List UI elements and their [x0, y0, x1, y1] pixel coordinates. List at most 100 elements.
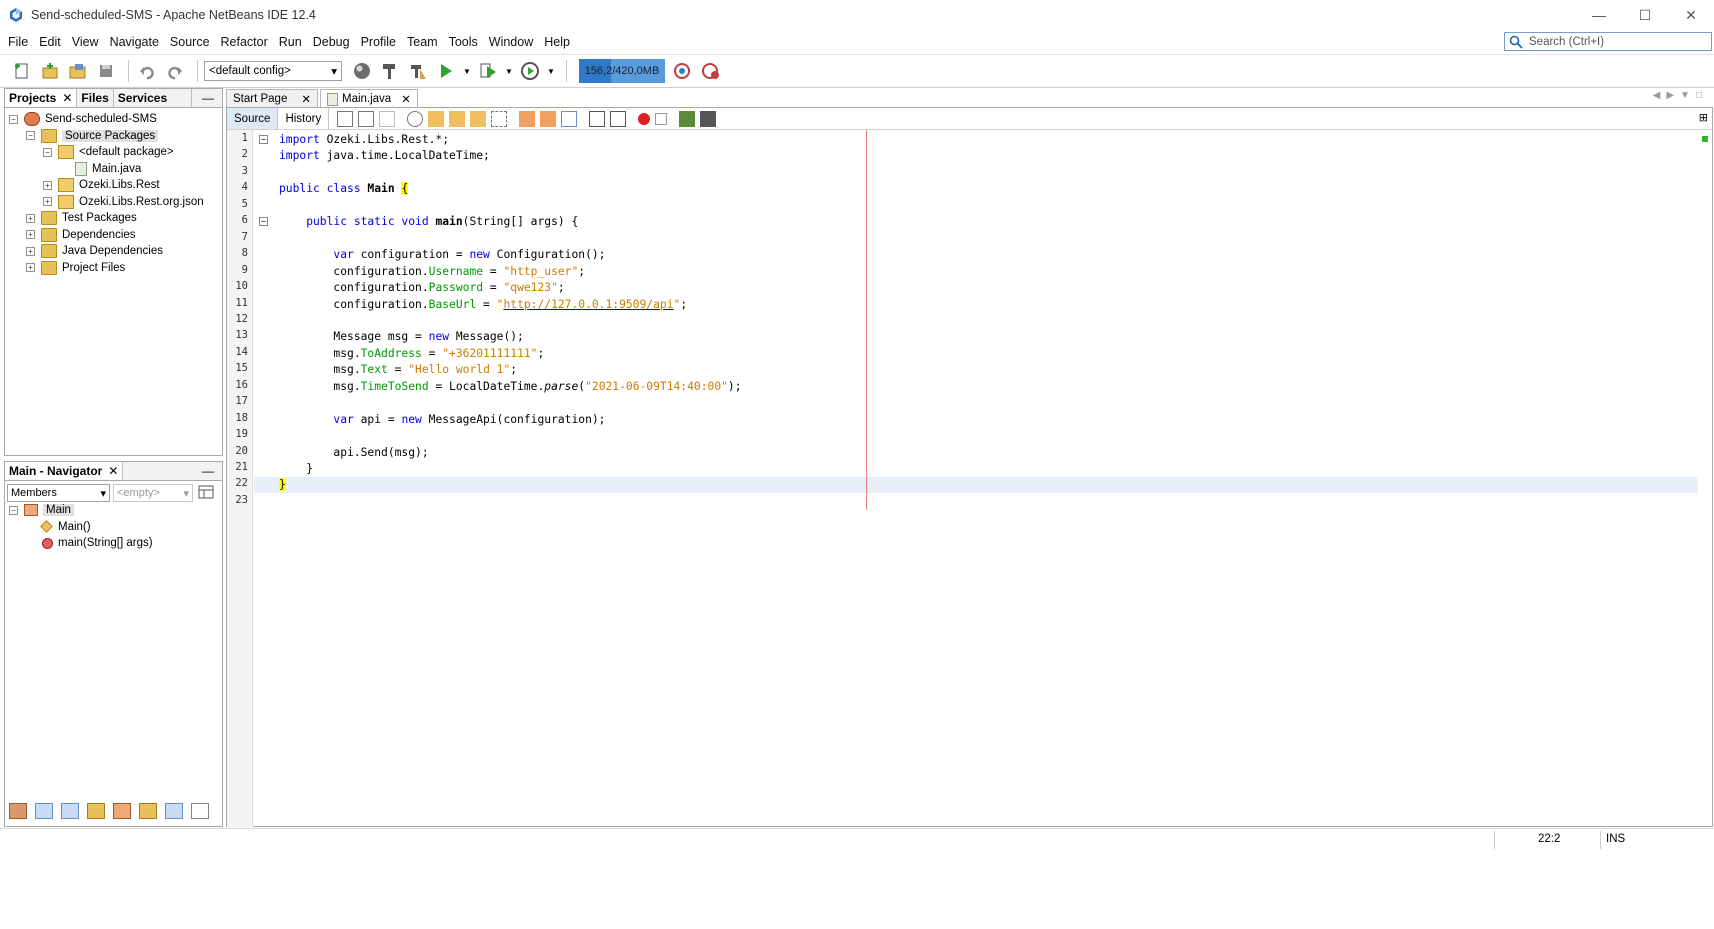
build-button[interactable] [378, 59, 402, 83]
menu-refactor[interactable]: Refactor [217, 35, 272, 49]
minimize-button[interactable]: — [1576, 0, 1622, 30]
debug-button[interactable] [476, 59, 500, 83]
redo-button[interactable] [163, 59, 187, 83]
menu-profile[interactable]: Profile [357, 35, 400, 49]
sort-by-name-icon[interactable] [139, 803, 157, 819]
shift-left-icon[interactable] [589, 110, 606, 127]
code-editor[interactable]: import Ozeki.Libs.Rest.*; import java.tim… [254, 130, 1698, 827]
uncomment-icon[interactable] [700, 110, 717, 127]
fold-icon[interactable]: − [259, 135, 268, 144]
collapse-icon[interactable]: − [43, 147, 52, 157]
close-icon[interactable]: ✕ [62, 91, 72, 105]
tree-item[interactable]: − Source Packages [26, 127, 159, 145]
stop-macro-icon[interactable] [655, 112, 668, 125]
collapse-icon[interactable]: − [26, 131, 35, 140]
run-dropdown[interactable]: ▼ [462, 59, 472, 83]
navigator-item[interactable]: main(String[] args) [42, 534, 153, 552]
show-static-icon[interactable] [61, 803, 79, 819]
expand-icon[interactable]: + [43, 180, 52, 190]
tab-start-page[interactable]: Start Page ✕ [226, 89, 318, 108]
fold-icon[interactable]: − [259, 217, 268, 227]
navigator-item[interactable]: − Main [9, 501, 74, 519]
clean-build-button[interactable] [406, 59, 430, 83]
editor-tab-nav[interactable]: ◀▶▼□ [1653, 90, 1708, 101]
run-button[interactable] [434, 59, 458, 83]
minimize-panel-icon[interactable]: — [202, 464, 214, 478]
expand-icon[interactable]: + [43, 197, 52, 206]
members-filter-select[interactable]: Members ▾ [7, 484, 110, 502]
navigator-options-button[interactable] [198, 484, 216, 502]
profile-dropdown[interactable]: ▼ [546, 59, 556, 83]
expand-icon[interactable]: + [26, 213, 35, 223]
forward-icon[interactable] [379, 110, 396, 127]
minimize-panel-icon[interactable]: — [202, 91, 214, 105]
tree-item[interactable]: + Project Files [26, 259, 125, 277]
menu-navigate[interactable]: Navigate [106, 35, 163, 49]
sort-by-source-icon[interactable] [165, 803, 183, 819]
source-tab[interactable]: Source [227, 108, 279, 129]
maximize-button[interactable]: ☐ [1622, 0, 1668, 30]
search-input[interactable]: Search (Ctrl+I) [1504, 32, 1712, 51]
save-all-button[interactable] [94, 59, 118, 83]
back-icon[interactable] [358, 110, 375, 127]
collapse-icon[interactable]: − [9, 505, 18, 515]
tree-item[interactable]: Main.java [60, 160, 141, 178]
tree-item[interactable]: + Ozeki.Libs.Rest.org.json [43, 193, 204, 211]
next-bookmark-icon[interactable] [540, 110, 557, 127]
find-previous-icon[interactable] [428, 110, 445, 127]
show-fields-icon[interactable] [35, 803, 53, 819]
gc-button[interactable] [671, 59, 695, 83]
menu-file[interactable]: File [4, 35, 32, 49]
expand-icon[interactable]: + [26, 246, 35, 256]
start-macro-icon[interactable] [638, 112, 651, 125]
find-selection-icon[interactable] [407, 110, 424, 127]
history-tab[interactable]: History [278, 108, 330, 129]
show-non-public-icon[interactable] [87, 803, 105, 819]
navigator-item[interactable]: Main() [40, 518, 91, 536]
tree-item[interactable]: − <default package> [43, 143, 174, 161]
expand-icon[interactable]: + [26, 230, 35, 239]
tab-files[interactable]: Files [77, 89, 114, 107]
menu-help[interactable]: Help [540, 35, 574, 49]
toggle-bookmark-icon[interactable] [561, 110, 578, 127]
tree-item[interactable]: + Test Packages [26, 209, 137, 227]
collapse-icon[interactable]: − [9, 114, 18, 124]
menu-team[interactable]: Team [403, 35, 442, 49]
configuration-select[interactable]: <default config> ▾ [204, 61, 342, 81]
navigator-empty-select[interactable]: <empty> ▾ [113, 484, 193, 502]
show-inherited-icon[interactable] [9, 803, 27, 819]
tree-item[interactable]: + Dependencies [26, 226, 136, 244]
menu-view[interactable]: View [68, 35, 103, 49]
new-file-button[interactable] [10, 59, 34, 83]
profile-ide-button[interactable] [699, 59, 723, 83]
comment-icon[interactable] [679, 110, 696, 127]
toggle-rect-selection-icon[interactable] [491, 110, 508, 127]
menu-edit[interactable]: Edit [35, 35, 65, 49]
close-icon[interactable]: ✕ [108, 464, 118, 478]
tree-item[interactable]: + Java Dependencies [26, 242, 163, 260]
tab-main-java[interactable]: Main.java ✕ [319, 89, 418, 108]
menu-run[interactable]: Run [275, 35, 306, 49]
expand-icon[interactable]: + [26, 263, 35, 272]
memory-usage-bar[interactable]: 156,2/420,0MB [579, 59, 665, 83]
split-editor-icon[interactable]: ⊞ [1699, 111, 1708, 124]
previous-bookmark-icon[interactable] [519, 110, 536, 127]
tab-navigator[interactable]: Main - Navigator ✕ [5, 462, 124, 480]
close-button[interactable]: ✕ [1668, 0, 1714, 30]
open-project-button[interactable] [66, 59, 90, 83]
new-project-button[interactable] [38, 59, 62, 83]
tab-projects[interactable]: Projects ✕ [5, 89, 78, 107]
menu-tools[interactable]: Tools [445, 35, 482, 49]
undo-button[interactable] [135, 59, 159, 83]
menu-window[interactable]: Window [485, 35, 537, 49]
set-project-platform-button[interactable] [350, 59, 374, 83]
tab-services[interactable]: Services [114, 89, 193, 107]
debug-dropdown[interactable]: ▼ [504, 59, 514, 83]
close-icon[interactable]: ✕ [401, 92, 411, 106]
last-edit-icon[interactable] [337, 110, 354, 127]
menu-debug[interactable]: Debug [309, 35, 354, 49]
close-icon[interactable]: ✕ [301, 92, 311, 106]
tree-item[interactable]: − Send-scheduled-SMS [9, 110, 157, 128]
toggle-highlight-icon[interactable] [470, 110, 487, 127]
show-inner-classes-icon[interactable] [113, 803, 131, 819]
